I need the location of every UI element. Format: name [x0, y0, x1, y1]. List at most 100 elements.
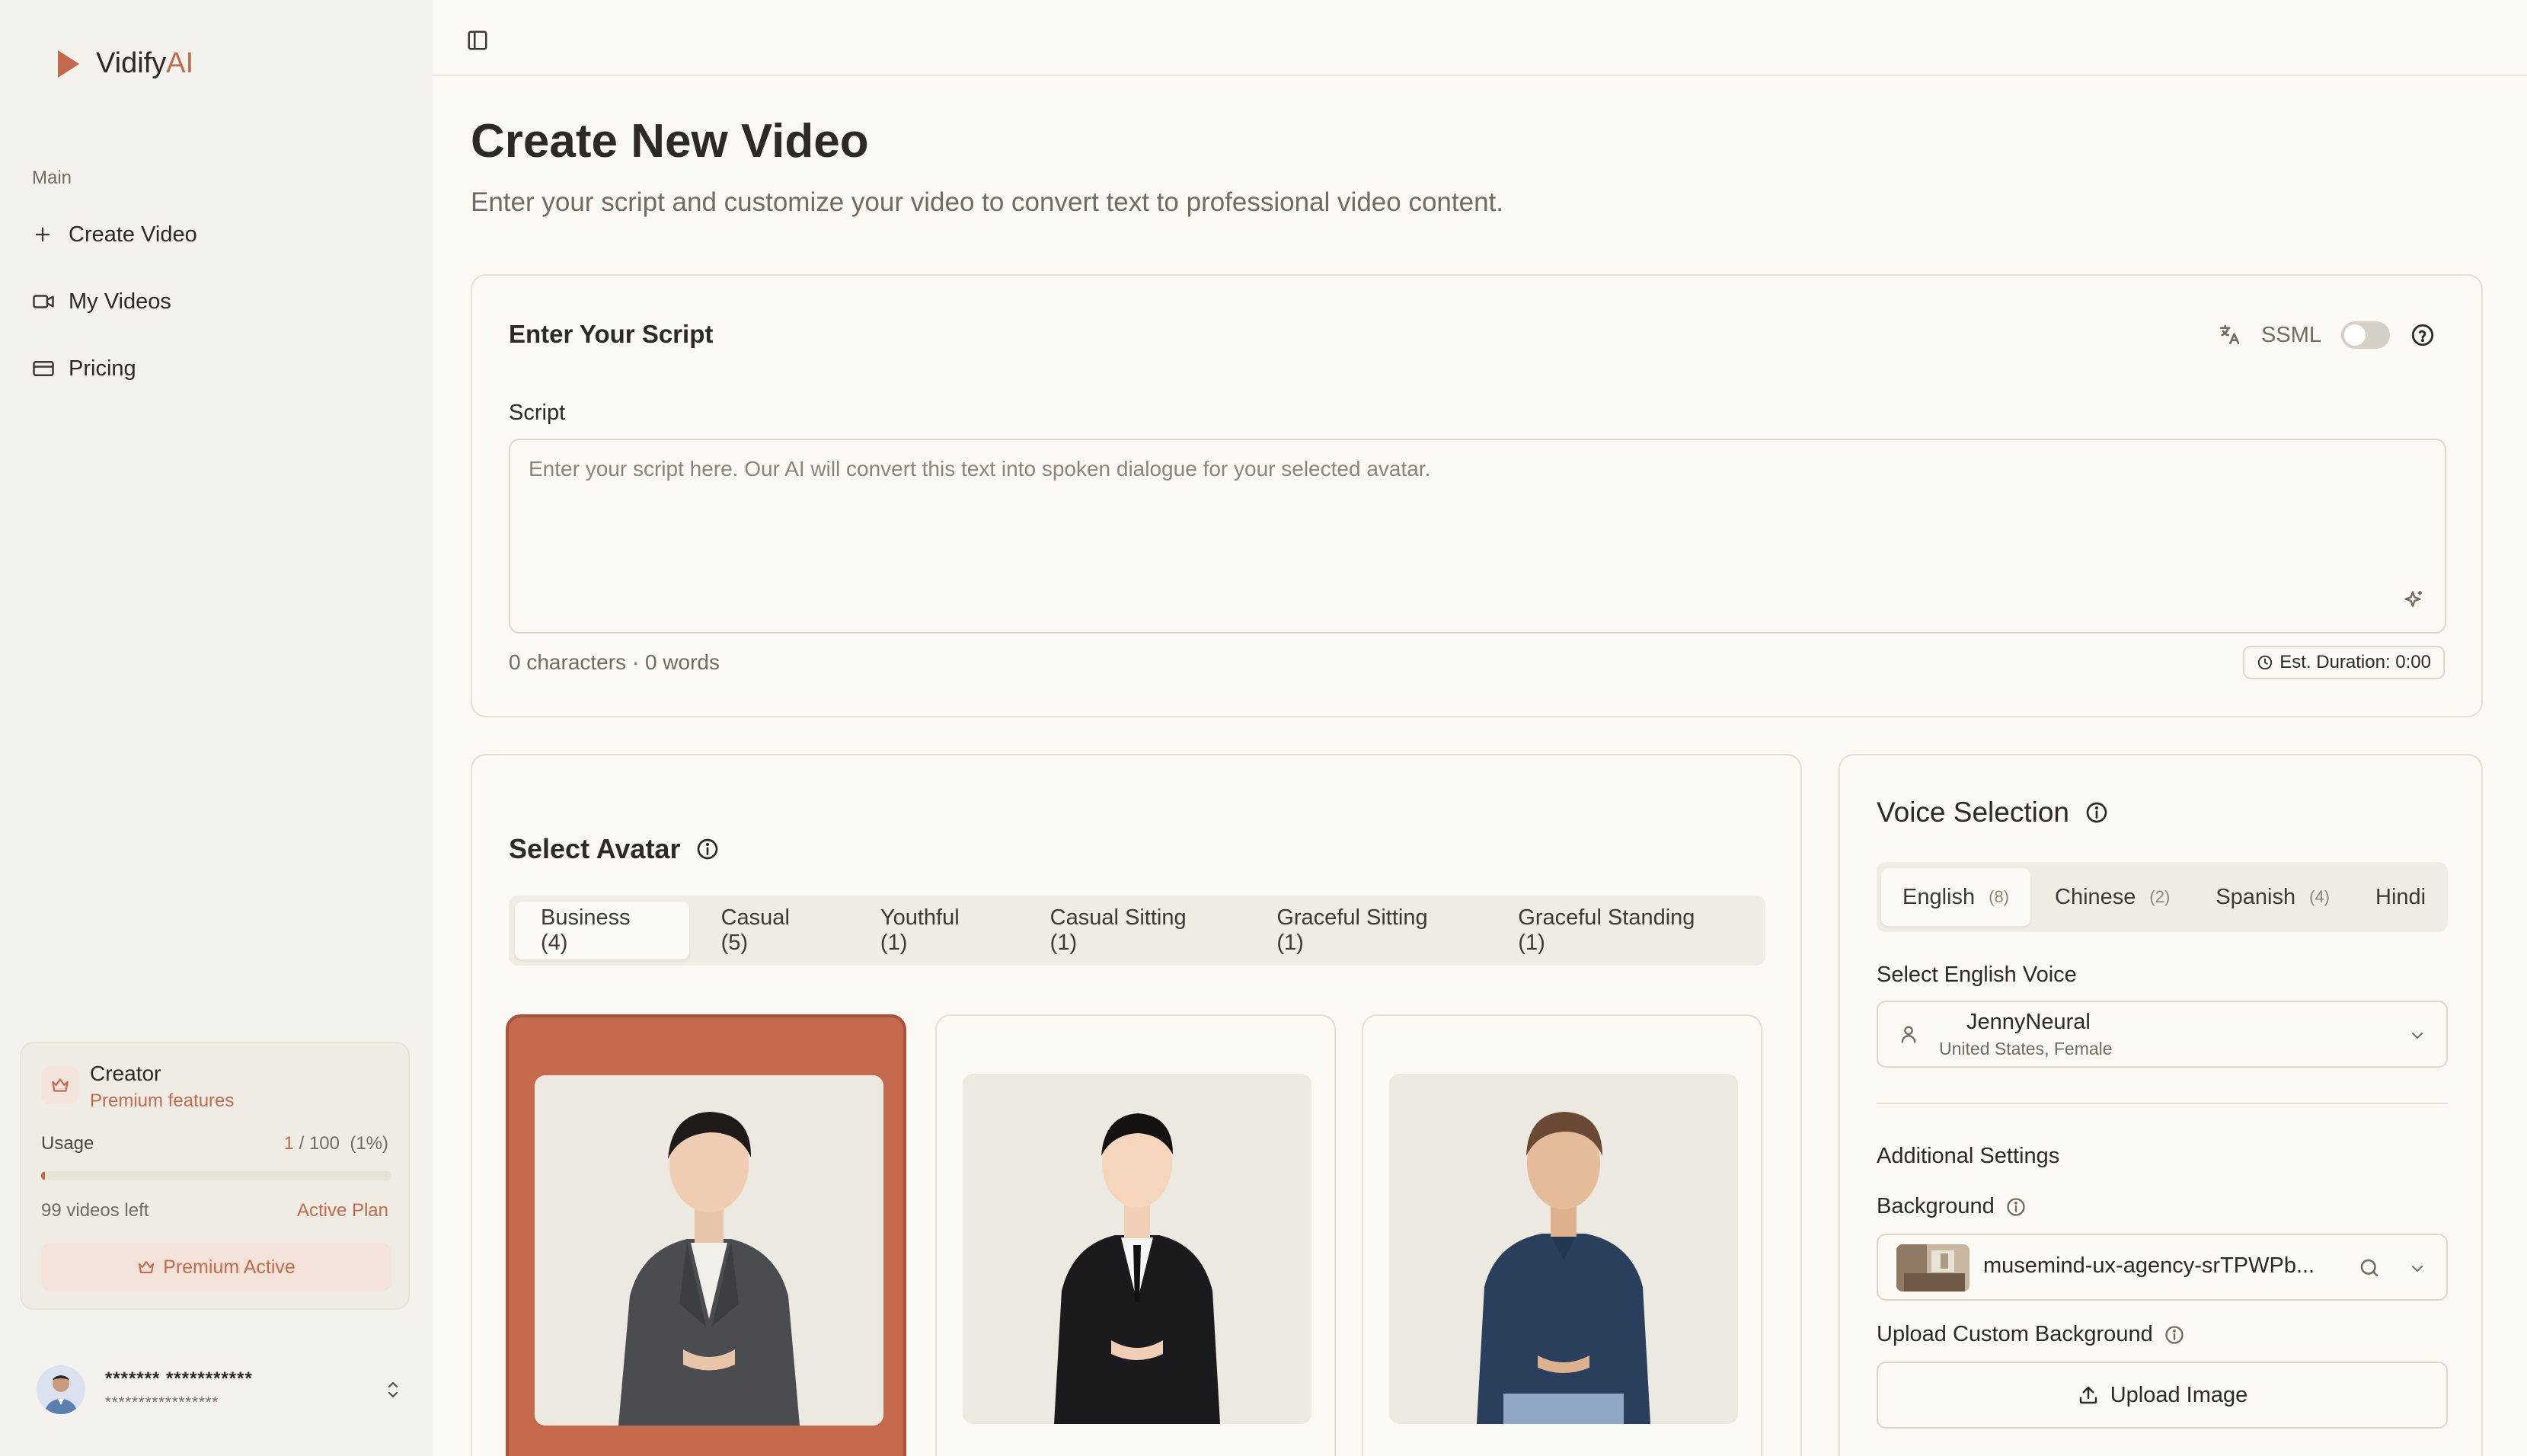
additional-settings-heading: Additional Settings: [1877, 1144, 2060, 1168]
plan-subtitle: Premium features: [90, 1090, 235, 1111]
duration-badge: Est. Duration: 0:00: [2243, 646, 2445, 679]
upload-image-button[interactable]: Upload Image: [1877, 1362, 2448, 1429]
sidebar-item-my-videos[interactable]: My Videos: [32, 279, 413, 324]
sidebar-toggle-icon[interactable]: [466, 29, 489, 52]
premium-active-button[interactable]: Premium Active: [41, 1243, 391, 1292]
sidebar-item-label: Create Video: [69, 222, 197, 247]
plus-icon: [32, 224, 69, 245]
user-name: ******* ***********: [105, 1368, 253, 1389]
avatar: [37, 1365, 85, 1414]
voice-select-label: Select English Voice: [1877, 963, 2077, 987]
help-icon[interactable]: [2410, 322, 2436, 348]
script-field-label: Script: [509, 401, 566, 425]
tab-youthful[interactable]: Youthful (1): [855, 902, 1018, 959]
sidebar-item-pricing[interactable]: Pricing: [32, 346, 413, 391]
credit-card-icon: [32, 357, 69, 380]
videos-left: 99 videos left: [41, 1200, 149, 1221]
background-label: Background: [1877, 1194, 1995, 1218]
video-icon: [32, 290, 69, 313]
upload-icon: [2079, 1386, 2097, 1404]
upload-label-row: Upload Custom Background: [1877, 1322, 2185, 1347]
active-plan-link[interactable]: Active Plan: [297, 1200, 388, 1221]
background-select[interactable]: musemind-ux-agency-srTPWPb...: [1877, 1234, 2448, 1301]
top-bar: [433, 0, 2527, 76]
voice-language-tabs: English (8) Chinese (2) Spanish (4) Hindi: [1877, 862, 2448, 932]
tab-english[interactable]: English (8): [1881, 868, 2031, 926]
tab-hindi[interactable]: Hindi: [2354, 868, 2447, 926]
tab-count: (4): [2309, 887, 2331, 906]
info-icon[interactable]: [2164, 1324, 2185, 1346]
script-textarea[interactable]: Enter your script here. Our AI will conv…: [509, 439, 2446, 634]
ssml-controls: SSML: [2217, 321, 2436, 349]
avatar-option[interactable]: [1362, 1014, 1762, 1456]
app-name: Vidify: [96, 47, 167, 79]
divider: [1877, 1103, 2448, 1104]
voice-select[interactable]: JennyNeural United States, Female: [1877, 1001, 2448, 1068]
info-icon[interactable]: [695, 837, 720, 861]
script-card-title: Enter Your Script: [509, 320, 714, 348]
clock-icon: [2258, 655, 2273, 670]
avatar-card: Select Avatar Business (4) Casual (5) Yo…: [471, 754, 1802, 1456]
tab-graceful-standing[interactable]: Graceful Standing (1): [1492, 902, 1753, 959]
avatar-card-title: Select Avatar: [509, 833, 681, 864]
duration-text: Est. Duration: 0:00: [2279, 652, 2431, 672]
avatar-option[interactable]: [935, 1014, 1336, 1456]
upload-button-label: Upload Image: [2110, 1382, 2248, 1407]
search-icon[interactable]: [2358, 1256, 2381, 1279]
chevron-down-icon: [2412, 1033, 2423, 1039]
sidebar-item-label: Pricing: [69, 356, 136, 381]
avatar-photo: [1389, 1074, 1738, 1424]
usage-progress-bar: [41, 1171, 391, 1180]
info-icon[interactable]: [2085, 800, 2109, 825]
tab-graceful-sitting[interactable]: Graceful Sitting (1): [1251, 902, 1486, 959]
script-card: Enter Your Script SSML Script Enter your…: [471, 274, 2483, 717]
voice-card-header: Voice Selection: [1877, 797, 2109, 829]
background-value: musemind-ux-agency-srTPWPb...: [1983, 1253, 2315, 1278]
background-thumbnail: [1896, 1244, 1970, 1292]
character-word-count: 0 characters · 0 words: [509, 650, 720, 674]
sidebar-item-label: My Videos: [69, 289, 171, 314]
tab-spanish[interactable]: Spanish (4): [2194, 868, 2351, 926]
avatar-photo: [963, 1074, 1311, 1424]
ssml-label: SSML: [2261, 322, 2321, 347]
premium-button-label: Premium Active: [163, 1256, 296, 1278]
avatar-category-tabs: Business (4) Casual (5) Youthful (1) Cas…: [509, 896, 1765, 966]
tab-label: English: [1902, 884, 1976, 909]
tab-casual[interactable]: Casual (5): [695, 902, 848, 959]
usage-used: 1: [283, 1133, 294, 1154]
ssml-toggle[interactable]: [2341, 321, 2390, 349]
crown-icon: [41, 1066, 79, 1104]
upload-background-label: Upload Custom Background: [1877, 1322, 2153, 1346]
background-label-row: Background: [1877, 1194, 2027, 1219]
usage-total: / 100: [293, 1133, 340, 1154]
chevron-up-down-icon[interactable]: [384, 1378, 402, 1401]
usage-label: Usage: [41, 1133, 94, 1154]
plan-title: Creator: [90, 1062, 161, 1085]
avatar-photo: [535, 1075, 883, 1426]
user-icon: [1901, 1026, 1916, 1043]
tab-label: Chinese: [2055, 884, 2136, 909]
tab-casual-sitting[interactable]: Casual Sitting (1): [1024, 902, 1245, 959]
chevron-down-icon: [2412, 1266, 2423, 1272]
usage-progress-fill: [41, 1171, 45, 1180]
plan-card: Creator Premium features Usage 1 / 100 (…: [20, 1042, 410, 1310]
sparkles-icon[interactable]: [2401, 588, 2425, 612]
page-subtitle: Enter your script and customize your vid…: [471, 187, 1503, 217]
tab-chinese[interactable]: Chinese (2): [2033, 868, 2191, 926]
translate-icon[interactable]: [2217, 323, 2241, 347]
voice-card-title: Voice Selection: [1877, 797, 2070, 828]
user-menu[interactable]: ******* *********** *****************: [37, 1363, 402, 1416]
avatar-card-header: Select Avatar: [509, 833, 720, 865]
usage-value: 1 / 100 (1%): [284, 1133, 388, 1154]
crown-icon: [139, 1261, 155, 1273]
sidebar-item-create-video[interactable]: Create Video: [32, 212, 413, 257]
avatar-option-selected[interactable]: [506, 1014, 906, 1456]
tab-label: Spanish: [2216, 884, 2296, 909]
user-email: *****************: [105, 1394, 219, 1411]
app-logo[interactable]: VidifyAI: [58, 47, 193, 80]
tab-label: Hindi: [2375, 884, 2426, 909]
script-placeholder: Enter your script here. Our AI will conv…: [529, 457, 1431, 481]
tab-business[interactable]: Business (4): [515, 902, 689, 959]
info-icon[interactable]: [2005, 1196, 2027, 1218]
tab-count: (2): [2149, 887, 2171, 906]
